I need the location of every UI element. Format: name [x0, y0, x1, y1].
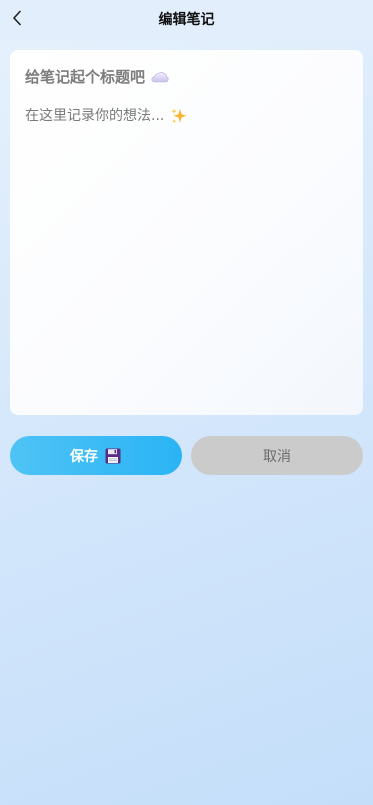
note-editor-card: 给笔记起个标题吧 在这里记录你的想法...	[10, 50, 363, 415]
floppy-disk-icon	[104, 447, 122, 465]
save-button[interactable]: 保存	[10, 436, 182, 475]
sparkles-icon	[170, 107, 188, 125]
cancel-button-label: 取消	[263, 448, 291, 465]
nav-bar: 编辑笔记	[0, 0, 373, 40]
save-button-label: 保存	[70, 448, 98, 465]
cancel-button[interactable]: 取消	[191, 436, 363, 475]
note-title-placeholder: 给笔记起个标题吧	[25, 68, 146, 86]
cloud-icon	[151, 68, 169, 86]
page-title: 编辑笔记	[158, 12, 215, 28]
note-title-input[interactable]: 给笔记起个标题吧	[25, 67, 169, 87]
note-content-placeholder: 在这里记录你的想法...	[25, 108, 165, 124]
note-content-textarea[interactable]: 在这里记录你的想法...	[25, 107, 348, 397]
